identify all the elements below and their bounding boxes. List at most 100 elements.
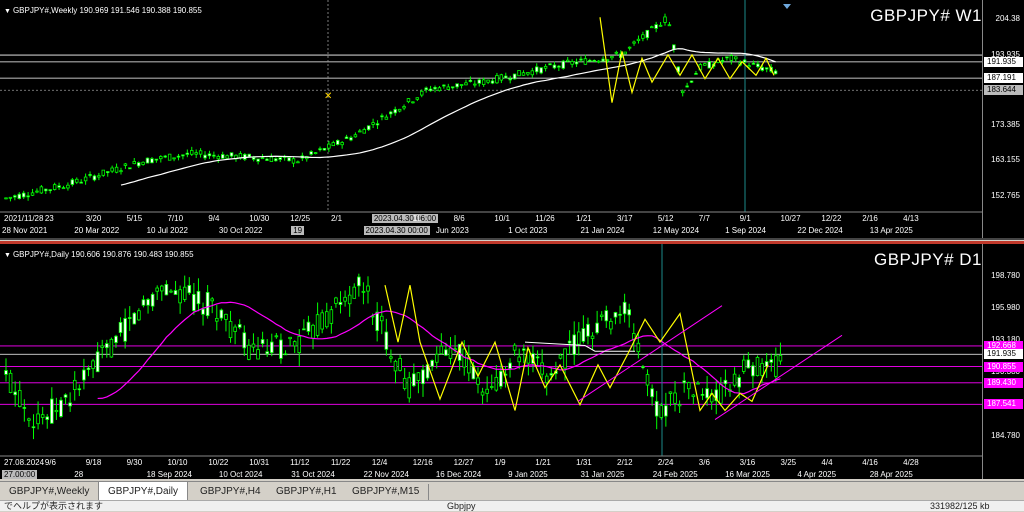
daily-candle-body bbox=[260, 339, 265, 344]
daily-candle-body bbox=[604, 310, 609, 322]
daily-candle-body bbox=[95, 351, 100, 373]
weekly-candle-body bbox=[260, 157, 265, 160]
weekly-candle-body bbox=[760, 67, 765, 71]
daily-candle-body bbox=[499, 370, 503, 387]
daily-candle-body bbox=[719, 383, 723, 404]
daily-date-label: 18 Sep 2024 bbox=[146, 470, 192, 479]
daily-date-label: 31 Oct 2024 bbox=[291, 470, 335, 479]
tab-gbpjpy-daily[interactable]: GBPJPY#,Daily bbox=[98, 482, 189, 501]
tab-gbpjpy-weekly[interactable]: GBPJPY#,Weekly bbox=[0, 484, 100, 500]
daily-chart-canvas[interactable] bbox=[0, 244, 982, 479]
weekly-candle-body bbox=[287, 157, 291, 162]
weekly-candle-body bbox=[535, 66, 539, 73]
weekly-candle-body bbox=[269, 156, 274, 162]
daily-date-label: 9 Jan 2025 bbox=[508, 470, 548, 479]
weekly-candle-body bbox=[543, 65, 548, 69]
weekly-candle-body bbox=[486, 79, 490, 83]
daily-candle-body bbox=[105, 343, 109, 349]
daily-candle-body bbox=[577, 331, 581, 345]
weekly-time-label: 2/16 bbox=[862, 214, 878, 223]
weekly-time-label: 9/4 bbox=[208, 214, 220, 223]
weekly-candle-body bbox=[495, 75, 499, 84]
daily-candle-body bbox=[82, 369, 86, 381]
weekly-candle-body bbox=[658, 24, 663, 27]
daily-candle-body bbox=[361, 290, 366, 293]
weekly-candle-body bbox=[203, 154, 207, 159]
weekly-candle-body bbox=[548, 63, 552, 66]
daily-info-line: ▼ GBPJPY#,Daily 190.606 190.876 190.483 1… bbox=[4, 250, 194, 259]
weekly-candle-body bbox=[428, 88, 433, 92]
daily-candle-body bbox=[673, 392, 677, 404]
weekly-candle-body bbox=[123, 163, 128, 166]
weekly-candle-body bbox=[499, 74, 504, 81]
weekly-chart-pane[interactable]: ✕ ▼ GBPJPY#,Weekly 190.969 191.546 190.38… bbox=[0, 0, 1024, 240]
weekly-candle-body bbox=[92, 175, 97, 181]
weekly-candle-body bbox=[8, 196, 13, 199]
daily-candle-body bbox=[535, 356, 540, 359]
weekly-candle-body bbox=[380, 115, 384, 118]
weekly-candle-body bbox=[344, 136, 349, 139]
weekly-candle-body bbox=[362, 129, 366, 134]
weekly-candle-body bbox=[384, 116, 389, 120]
weekly-candle-body bbox=[331, 142, 336, 147]
daily-candle-body bbox=[302, 328, 306, 331]
daily-candle-body bbox=[444, 349, 448, 356]
tab-gbpjpy-m15[interactable]: GBPJPY#,M15 bbox=[343, 484, 430, 500]
daily-candle-body bbox=[132, 312, 137, 325]
weekly-time-axis[interactable]: 2021/11/28 23 3/20 5/15 7/10 9/4 10/30 12/25 2/1… bbox=[0, 212, 982, 238]
weekly-candle-body bbox=[39, 186, 44, 194]
weekly-candle-body bbox=[274, 158, 278, 162]
daily-candle-body bbox=[480, 391, 485, 396]
daily-date-label: 28 Apr 2025 bbox=[869, 470, 913, 479]
weekly-chart-canvas[interactable]: ✕ bbox=[0, 0, 982, 240]
weekly-candle-body bbox=[141, 161, 145, 165]
daily-candle-body bbox=[774, 355, 778, 377]
weekly-time-label: 10/30 bbox=[249, 214, 270, 223]
weekly-candle-body bbox=[247, 153, 251, 158]
weekly-candle-body bbox=[349, 137, 353, 141]
daily-candle-body bbox=[389, 356, 393, 359]
daily-candle-body bbox=[691, 394, 696, 398]
weekly-price-marker: 191.935 bbox=[984, 56, 1023, 67]
daily-candle-body bbox=[613, 312, 618, 318]
daily-candle-body bbox=[434, 353, 439, 363]
weekly-price-axis[interactable]: 204.38 193.935 173.385 163.155 152.765 191.93… bbox=[982, 0, 1024, 238]
weekly-candle-body bbox=[389, 111, 393, 115]
daily-candle-body bbox=[205, 292, 210, 317]
weekly-info-line: ▼ GBPJPY#,Weekly 190.969 191.546 190.388 … bbox=[4, 6, 202, 15]
weekly-time-label: 12/25 bbox=[290, 214, 311, 223]
daily-candle-body bbox=[590, 335, 595, 339]
daily-time-axis[interactable]: 27.08.2024 9/6 9/18 9/30 10/10 10/22 10/31 11/1… bbox=[0, 456, 982, 479]
daily-candle-body bbox=[187, 285, 192, 294]
daily-candle-body bbox=[320, 312, 324, 330]
daily-candle-body bbox=[517, 356, 521, 363]
weekly-price-marker: 183.644 bbox=[984, 85, 1023, 96]
weekly-candle-body bbox=[309, 151, 313, 155]
weekly-candle-body bbox=[610, 55, 614, 59]
weekly-candle-body bbox=[97, 175, 101, 178]
weekly-candle-body bbox=[57, 185, 61, 188]
tab-gbpjpy-h1[interactable]: GBPJPY#,H1 bbox=[267, 484, 347, 500]
daily-candle-body bbox=[127, 317, 132, 319]
daily-chart-pane[interactable]: ▼ GBPJPY#,Daily 190.606 190.876 190.483 1… bbox=[0, 241, 1024, 479]
weekly-candle-body bbox=[128, 167, 132, 170]
daily-candle-body bbox=[366, 285, 370, 292]
weekly-candle-body bbox=[105, 171, 110, 174]
weekly-candle-body bbox=[358, 130, 362, 133]
weekly-candle-body bbox=[172, 157, 176, 160]
weekly-candle-body bbox=[539, 67, 543, 74]
daily-candle-body bbox=[379, 315, 384, 322]
weekly-candle-body bbox=[765, 67, 769, 70]
weekly-candle-body bbox=[181, 154, 185, 157]
weekly-candle-body bbox=[44, 188, 48, 192]
daily-price-axis[interactable]: 198.780195.980193.180190.380184.780192.6… bbox=[982, 244, 1024, 479]
tab-gbpjpy-h4[interactable]: GBPJPY#,H4 bbox=[191, 484, 271, 500]
weekly-candle-body bbox=[21, 192, 26, 198]
weekly-date-label: 28 Nov 2021 bbox=[2, 226, 48, 235]
weekly-shift-marker-icon[interactable] bbox=[783, 4, 791, 9]
weekly-candle-body bbox=[154, 158, 159, 161]
daily-candle-body bbox=[201, 308, 205, 315]
daily-candle-body bbox=[137, 310, 141, 321]
daily-candle-body bbox=[22, 407, 27, 409]
daily-candle-body bbox=[141, 299, 146, 306]
